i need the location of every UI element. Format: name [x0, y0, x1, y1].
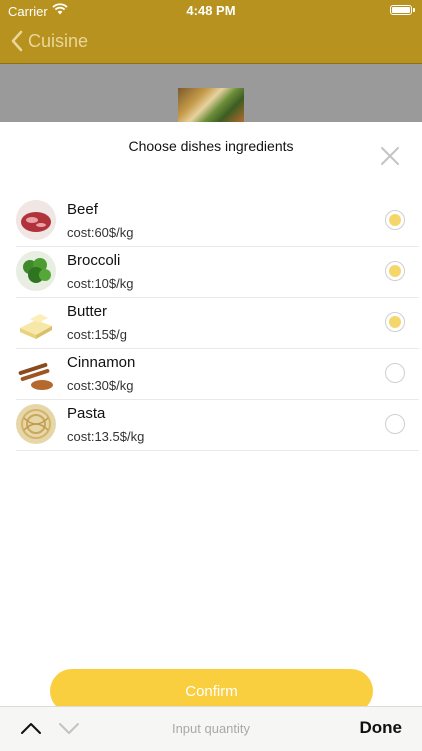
select-radio[interactable] — [385, 210, 405, 230]
chevron-left-icon — [11, 30, 23, 52]
sheet-title: Choose dishes ingredients — [128, 138, 294, 154]
status-time: 4:48 PM — [186, 3, 236, 18]
butter-icon — [16, 302, 56, 342]
ingredient-list: Beef cost:60$/kg Broccoli cost:10$/kg Bu… — [16, 196, 419, 451]
list-item[interactable]: Cinnamon cost:30$/kg — [16, 349, 419, 400]
nav-bar: Cuisine — [0, 22, 422, 64]
cinnamon-icon — [16, 353, 56, 393]
select-radio[interactable] — [385, 414, 405, 434]
battery-icon — [390, 5, 415, 15]
pasta-icon — [16, 404, 56, 444]
ingredient-name: Pasta — [67, 405, 106, 422]
ingredient-cost: cost:60$/kg — [67, 225, 134, 240]
list-item[interactable]: Butter cost:15$/g — [16, 298, 419, 349]
close-icon[interactable] — [380, 146, 400, 166]
ingredient-cost: cost:13.5$/kg — [67, 429, 145, 444]
back-label: Cuisine — [28, 30, 89, 51]
ingredient-cost: cost:15$/g — [67, 327, 127, 342]
select-radio[interactable] — [385, 363, 405, 383]
list-item[interactable]: Beef cost:60$/kg — [16, 196, 419, 247]
ingredient-name: Cinnamon — [67, 354, 136, 371]
select-radio[interactable] — [385, 261, 405, 281]
ingredients-sheet: Choose dishes ingredients Beef cost:60$/… — [0, 122, 422, 750]
list-item[interactable]: Broccoli cost:10$/kg — [16, 247, 419, 298]
dimmed-background — [0, 64, 422, 122]
select-radio[interactable] — [385, 312, 405, 332]
ingredient-name: Broccoli — [67, 252, 121, 269]
beef-icon — [16, 200, 56, 240]
broccoli-icon — [16, 251, 56, 291]
keyboard-toolbar: Input quantity Done — [0, 706, 422, 751]
back-button[interactable]: Cuisine — [10, 30, 88, 52]
status-bar: Carrier 4:48 PM — [0, 0, 422, 22]
ingredient-cost: cost:30$/kg — [67, 378, 134, 393]
ingredient-name: Butter — [67, 303, 108, 320]
list-item[interactable]: Pasta cost:13.5$/kg — [16, 400, 419, 451]
done-button[interactable]: Done — [360, 718, 403, 738]
dish-image — [178, 88, 244, 122]
ingredient-cost: cost:10$/kg — [67, 276, 134, 291]
ingredient-name: Beef — [67, 201, 98, 218]
